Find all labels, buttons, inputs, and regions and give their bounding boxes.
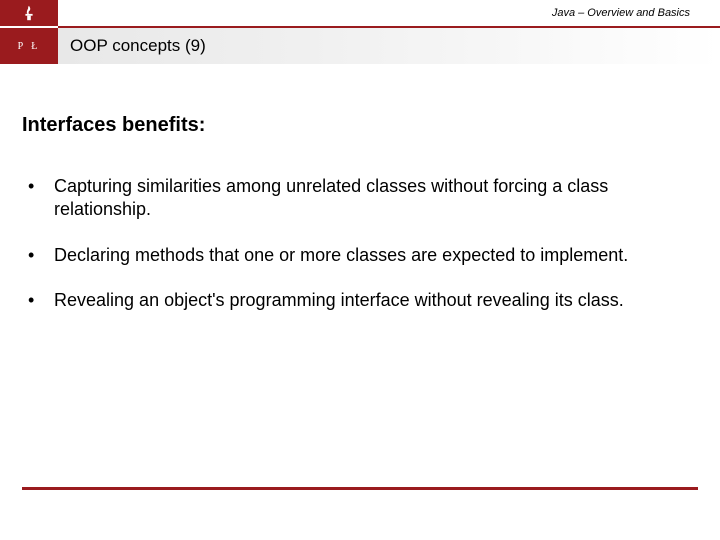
bullet-marker-icon: • (22, 244, 54, 267)
bullet-text: Revealing an object's programming interf… (54, 289, 690, 312)
bullet-marker-icon: • (22, 175, 54, 198)
list-item: • Declaring methods that one or more cla… (22, 244, 690, 267)
bullet-text: Capturing similarities among unrelated c… (54, 175, 690, 222)
logo-text: P Ł (0, 28, 58, 64)
breadcrumb: Java – Overview and Basics (58, 7, 720, 19)
bullet-text: Declaring methods that one or more class… (54, 244, 690, 267)
content-heading: Interfaces benefits: (22, 114, 690, 137)
slide-title: OOP concepts (9) (58, 28, 720, 64)
logo-top (0, 0, 58, 26)
torch-icon (20, 4, 38, 22)
list-item: • Capturing similarities among unrelated… (22, 175, 690, 222)
bullet-marker-icon: • (22, 289, 54, 312)
header-row: Java – Overview and Basics (0, 0, 720, 26)
bullet-list: • Capturing similarities among unrelated… (22, 175, 690, 313)
list-item: • Revealing an object's programming inte… (22, 289, 690, 312)
title-row: P Ł OOP concepts (9) (0, 28, 720, 64)
footer-divider (22, 487, 698, 490)
content-area: Interfaces benefits: • Capturing similar… (0, 64, 720, 313)
